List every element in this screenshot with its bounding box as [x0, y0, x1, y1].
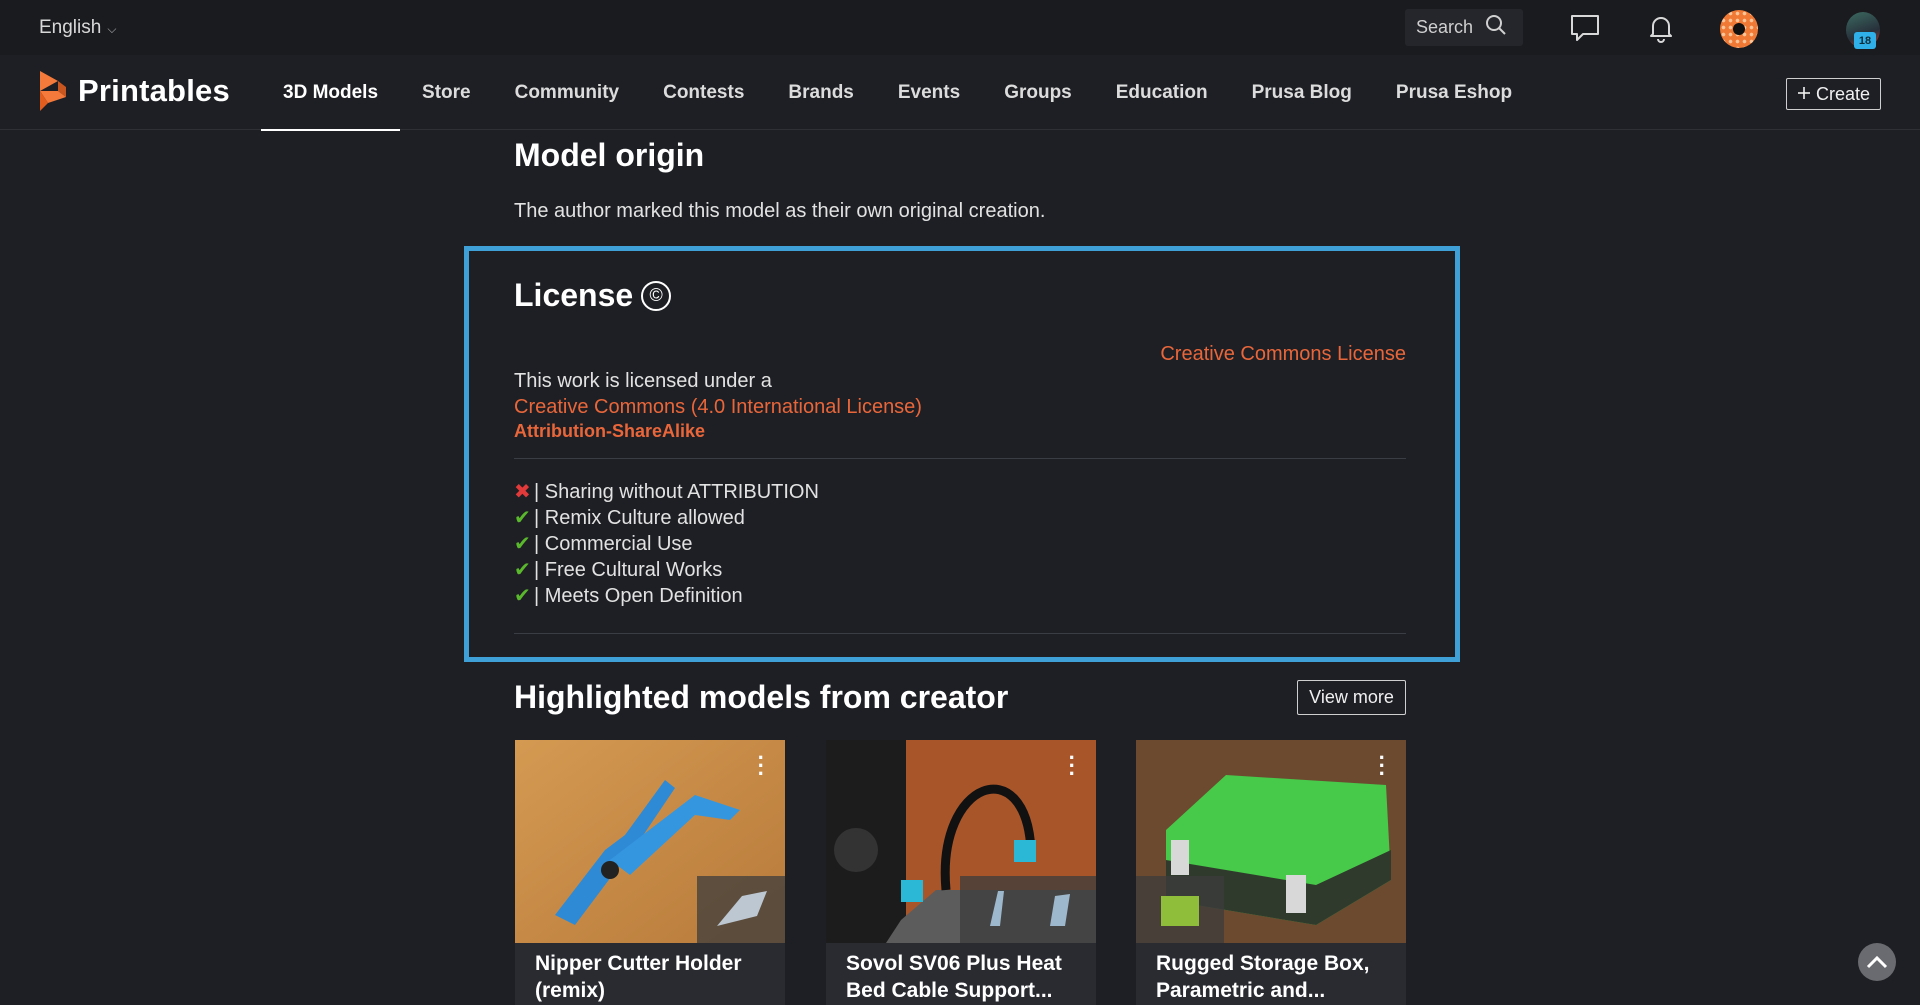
card-menu-icon[interactable]: · · ·	[1379, 747, 1386, 785]
license-description: This work is licensed under a Creative C…	[514, 368, 922, 442]
nav-item-groups[interactable]: Groups	[982, 55, 1094, 130]
model-title-line: Parametric and...	[1156, 979, 1326, 1002]
model-image[interactable]: · · ·	[826, 740, 1096, 943]
chevron-up-icon	[1866, 955, 1888, 969]
license-section: License © Creative Commons License This …	[464, 246, 1460, 662]
license-heading: License ©	[514, 277, 672, 314]
nav-items: 3D Models Store Community Contests Brand…	[261, 55, 1534, 131]
model-thumbnail[interactable]	[960, 876, 1096, 943]
model-title-line: Nipper Cutter Holder	[535, 952, 742, 975]
nav-item-brands[interactable]: Brands	[766, 55, 875, 130]
search-label: Search	[1416, 17, 1474, 37]
check-icon: ✔	[514, 507, 531, 529]
license-permissions: ✖ | Sharing without ATTRIBUTION ✔ | Remi…	[514, 479, 819, 609]
cross-icon: ✖	[514, 481, 531, 503]
language-selector[interactable]: English ⌵	[39, 17, 116, 39]
model-origin-title: Model origin	[514, 137, 705, 173]
creative-commons-license-link[interactable]: Creative Commons License	[1160, 343, 1406, 366]
create-label: Create	[1815, 83, 1871, 104]
permission-item: ✔ | Remix Culture allowed	[514, 505, 819, 531]
model-thumbnail[interactable]	[697, 876, 785, 943]
model-title-line: Bed Cable Support...	[846, 979, 1053, 1002]
model-card-storage-box[interactable]: · · · Rugged Storage Box, Parametric and..…	[1136, 740, 1406, 1005]
permission-item: ✔ | Free Cultural Works	[514, 557, 819, 583]
printables-logo-icon	[40, 71, 66, 111]
model-origin-text: The author marked this model as their ow…	[514, 200, 1046, 222]
permission-text: | Meets Open Definition	[534, 585, 743, 607]
model-image[interactable]: · · ·	[1136, 740, 1406, 943]
language-label: English	[39, 17, 102, 38]
user-level-badge: 18	[1854, 32, 1876, 49]
model-card-title[interactable]: Rugged Storage Box, Parametric and...	[1136, 943, 1406, 1004]
nav-item-3d-models[interactable]: 3D Models	[261, 55, 401, 131]
model-card-sovol[interactable]: · · · Sovol SV06 Plus Heat Bed Cable Suppo…	[826, 740, 1096, 1005]
nav-item-education[interactable]: Education	[1094, 55, 1230, 130]
printables-logo[interactable]: Printables	[36, 69, 230, 113]
model-card-nipper[interactable]: · · · Nipper Cutter Holder (remix)	[515, 740, 785, 1005]
nav-item-prusa-eshop[interactable]: Prusa Eshop	[1374, 55, 1534, 130]
model-title-line: Rugged Storage Box,	[1156, 952, 1370, 975]
printer-avatar[interactable]	[1720, 10, 1758, 48]
permission-text: | Free Cultural Works	[534, 559, 723, 581]
permission-text: | Commercial Use	[534, 533, 693, 555]
nav-item-events[interactable]: Events	[876, 55, 982, 130]
license-type-link[interactable]: Attribution-ShareAlike	[514, 420, 922, 442]
check-icon: ✔	[514, 533, 531, 555]
main-navigation: Printables 3D Models Store Community Con…	[0, 55, 1920, 131]
plus-icon	[1797, 84, 1811, 105]
search-button[interactable]: Search	[1405, 9, 1523, 46]
license-divider-bottom	[514, 633, 1406, 634]
license-cc-link[interactable]: Creative Commons (4.0 International Lice…	[514, 394, 922, 420]
permission-item: ✔ | Commercial Use	[514, 531, 819, 557]
top-utility-bar: English ⌵ Search 18	[0, 0, 1920, 55]
nav-item-community[interactable]: Community	[493, 55, 642, 130]
check-icon: ✔	[514, 585, 531, 607]
user-avatar[interactable]: 18	[1846, 12, 1880, 49]
search-icon	[1485, 14, 1507, 41]
permission-text: | Remix Culture allowed	[534, 507, 745, 529]
model-title-line: (remix)	[535, 979, 606, 1002]
chevron-down-icon: ⌵	[107, 21, 117, 36]
license-intro: This work is licensed under a	[514, 370, 772, 392]
brand-name: Printables	[78, 73, 230, 108]
model-card-title[interactable]: Sovol SV06 Plus Heat Bed Cable Support..…	[826, 943, 1096, 1004]
nav-item-store[interactable]: Store	[400, 55, 493, 130]
model-image[interactable]: · · ·	[515, 740, 785, 943]
license-divider	[514, 458, 1406, 459]
nav-item-contests[interactable]: Contests	[641, 55, 766, 130]
card-menu-icon[interactable]: · · ·	[1069, 747, 1076, 785]
permission-item: ✔ | Meets Open Definition	[514, 583, 819, 609]
model-title-line: Sovol SV06 Plus Heat	[846, 952, 1062, 975]
scroll-to-top-button[interactable]	[1858, 943, 1896, 981]
nav-item-prusa-blog[interactable]: Prusa Blog	[1230, 55, 1374, 130]
license-title: License	[514, 277, 634, 313]
check-icon: ✔	[514, 559, 531, 581]
view-more-button[interactable]: View more	[1297, 680, 1406, 715]
permission-text: | Sharing without ATTRIBUTION	[534, 481, 819, 503]
model-card-title[interactable]: Nipper Cutter Holder (remix)	[515, 943, 785, 1004]
model-thumbnail[interactable]	[1136, 876, 1224, 943]
permission-item: ✖ | Sharing without ATTRIBUTION	[514, 479, 819, 505]
chat-icon[interactable]	[1567, 10, 1603, 46]
card-menu-icon[interactable]: · · ·	[758, 747, 765, 785]
highlighted-models-title: Highlighted models from creator	[514, 679, 1009, 715]
copyright-icon: ©	[641, 280, 672, 311]
bell-icon[interactable]	[1643, 10, 1679, 46]
create-button[interactable]: Create	[1786, 78, 1881, 110]
